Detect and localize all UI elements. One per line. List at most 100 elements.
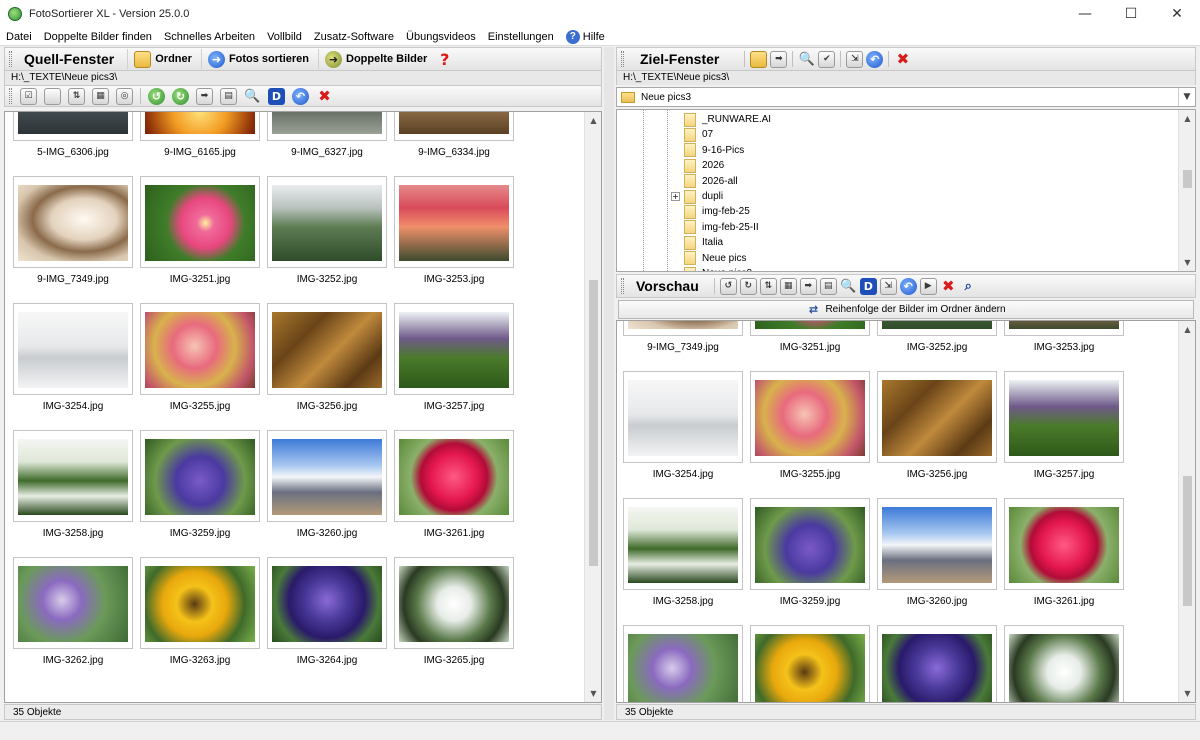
tree-scrollbar[interactable]: ▲ ▼ <box>1178 110 1195 271</box>
thumbnail-item[interactable]: IMG-3260.jpg <box>877 498 997 618</box>
details-icon[interactable]: ▤ <box>220 87 237 105</box>
tree-folder-item[interactable]: img-feb-25-II <box>684 220 759 235</box>
menu-datei[interactable]: Datei <box>0 31 38 43</box>
folder-button[interactable]: Ordner <box>127 49 198 69</box>
menu-schnelles-arbeiten[interactable]: Schnelles Arbeiten <box>158 31 261 43</box>
thumbnail-item[interactable]: IMG-3257.jpg <box>394 303 514 423</box>
details-icon[interactable]: ▤ <box>819 277 837 295</box>
thumbnail-item[interactable] <box>1004 625 1124 702</box>
thumbnail-item[interactable]: IMG-3253.jpg <box>1004 321 1124 364</box>
tree-folder-item[interactable]: 07 <box>684 127 713 142</box>
thumbnail-item[interactable]: IMG-3252.jpg <box>877 321 997 364</box>
new-folder-icon[interactable] <box>750 50 768 68</box>
d-icon[interactable]: D <box>859 277 877 295</box>
source-scrollbar[interactable]: ▲ ▼ <box>584 112 601 702</box>
tree-folder-item[interactable]: 2026 <box>684 158 724 173</box>
thumbnail-item[interactable]: IMG-3252.jpg <box>267 176 387 296</box>
grid-view-icon[interactable]: ▦ <box>779 277 797 295</box>
thumbnail-item[interactable]: 9-IMG_7349.jpg <box>623 321 743 364</box>
tree-folder-item[interactable]: + dupli <box>671 189 723 204</box>
scroll-thumb[interactable] <box>1183 170 1192 188</box>
undo-icon[interactable]: ↶ <box>292 87 309 105</box>
menu-hilfe[interactable]: ? Hilfe <box>560 29 611 44</box>
delete-icon[interactable]: ✖ <box>894 50 911 68</box>
select-none-icon[interactable] <box>44 87 61 105</box>
tree-folder-item[interactable]: img-feb-25 <box>684 204 750 219</box>
tree-folder-item[interactable]: 2026-all <box>684 174 738 189</box>
delete-icon[interactable]: ✖ <box>316 87 333 105</box>
delete-icon[interactable]: ✖ <box>940 277 957 295</box>
thumbnail-item[interactable]: 9-IMG_6327.jpg <box>267 112 387 169</box>
sort-photos-button[interactable]: ➜ Fotos sortieren <box>200 49 315 69</box>
thumbnail-item[interactable]: IMG-3256.jpg <box>877 371 997 491</box>
thumbnail-item[interactable]: IMG-3258.jpg <box>13 430 133 550</box>
scroll-down-icon[interactable]: ▼ <box>585 685 601 702</box>
thumbnail-item[interactable]: IMG-3261.jpg <box>394 430 514 550</box>
thumbnail-item[interactable]: IMG-3264.jpg <box>267 557 387 677</box>
grid-view-icon[interactable]: ▦ <box>92 87 109 105</box>
menu-vollbild[interactable]: Vollbild <box>261 31 308 43</box>
move-icon[interactable]: ➡ <box>799 277 817 295</box>
pane-splitter[interactable] <box>604 47 614 720</box>
tree-folder-item[interactable]: _RUNWARE.AI <box>684 112 771 127</box>
thumbnail-item[interactable]: 5-IMG_6306.jpg <box>13 112 133 169</box>
scroll-up-icon[interactable]: ▲ <box>585 112 601 129</box>
scroll-down-icon[interactable]: ▼ <box>1179 254 1195 271</box>
thumbnail-item[interactable]: IMG-3256.jpg <box>267 303 387 423</box>
export-icon[interactable]: ⇲ <box>846 50 864 68</box>
chevron-down-icon[interactable]: ▼ <box>1178 88 1195 106</box>
expand-icon[interactable]: + <box>671 192 680 201</box>
reorder-button[interactable]: ⇄ Reihenfolge der Bilder im Ordner änder… <box>618 300 1194 319</box>
thumbnail-item[interactable]: IMG-3263.jpg <box>140 557 260 677</box>
thumbnail-item[interactable]: IMG-3255.jpg <box>750 371 870 491</box>
refresh-icon[interactable]: ◎ <box>116 87 133 105</box>
thumbnail-item[interactable]: IMG-3251.jpg <box>750 321 870 364</box>
scroll-up-icon[interactable]: ▲ <box>1179 321 1195 338</box>
thumbnail-item[interactable]: IMG-3254.jpg <box>13 303 133 423</box>
rotate-left-icon[interactable]: ↺ <box>719 277 737 295</box>
preview-scrollbar[interactable]: ▲ ▼ <box>1178 321 1195 702</box>
move-icon[interactable]: ➡ <box>196 87 213 105</box>
thumbnail-item[interactable]: IMG-3265.jpg <box>394 557 514 677</box>
rotate-left-icon[interactable]: ↺ <box>148 87 165 105</box>
tree-folder-item[interactable]: Neue pics <box>684 251 746 266</box>
thumbnail-item[interactable]: IMG-3258.jpg <box>623 498 743 618</box>
tree-folder-item[interactable]: Neue pics3 <box>684 266 752 271</box>
tree-folder-item[interactable]: Italia <box>684 235 723 250</box>
thumbnail-item[interactable] <box>750 625 870 702</box>
select-all-icon[interactable]: ☑ <box>20 87 37 105</box>
thumbnail-item[interactable]: IMG-3254.jpg <box>623 371 743 491</box>
target-folder-dropdown[interactable]: Neue pics3 ▼ <box>616 87 1196 107</box>
menu-doppelte-bilder[interactable]: Doppelte Bilder finden <box>38 31 158 43</box>
sort-order-icon[interactable]: ⇅ <box>68 87 85 105</box>
slideshow-icon[interactable]: ▶ <box>919 277 937 295</box>
thumbnail-item[interactable]: IMG-3259.jpg <box>750 498 870 618</box>
thumbnail-item[interactable] <box>877 625 997 702</box>
scroll-thumb[interactable] <box>1183 476 1192 606</box>
close-window-button[interactable]: ✕ <box>1154 0 1200 28</box>
menu-zusatz-software[interactable]: Zusatz-Software <box>308 31 400 43</box>
thumbnail-item[interactable]: IMG-3261.jpg <box>1004 498 1124 618</box>
scroll-up-icon[interactable]: ▲ <box>1179 110 1195 127</box>
move-icon[interactable]: ➡ <box>770 50 788 68</box>
thumbnail-item[interactable]: 9-IMG_6334.jpg <box>394 112 514 169</box>
thumbnail-item[interactable]: IMG-3253.jpg <box>394 176 514 296</box>
check-icon[interactable]: ✔ <box>818 50 836 68</box>
tree-folder-item[interactable]: 9-16-Pics <box>684 143 744 158</box>
undo-icon[interactable]: ↶ <box>866 50 884 68</box>
search-icon[interactable]: 🔍 <box>840 278 857 295</box>
rotate-right-icon[interactable]: ↻ <box>172 87 189 105</box>
thumbnail-item[interactable]: IMG-3260.jpg <box>267 430 387 550</box>
scroll-down-icon[interactable]: ▼ <box>1179 685 1195 702</box>
undo-icon[interactable]: ↶ <box>899 277 917 295</box>
menu-uebungsvideos[interactable]: Übungsvideos <box>400 31 482 43</box>
d-icon[interactable]: D <box>268 87 285 105</box>
thumbnail-item[interactable]: IMG-3262.jpg <box>13 557 133 677</box>
thumbnail-item[interactable] <box>623 625 743 702</box>
search-icon[interactable]: 🔍 <box>244 88 261 105</box>
maximize-button[interactable]: ☐ <box>1108 0 1154 28</box>
thumbnail-item[interactable]: IMG-3259.jpg <box>140 430 260 550</box>
thumbnail-item[interactable]: 9-IMG_7349.jpg <box>13 176 133 296</box>
help-question-icon[interactable]: ? <box>436 50 453 69</box>
thumbnail-item[interactable]: IMG-3255.jpg <box>140 303 260 423</box>
